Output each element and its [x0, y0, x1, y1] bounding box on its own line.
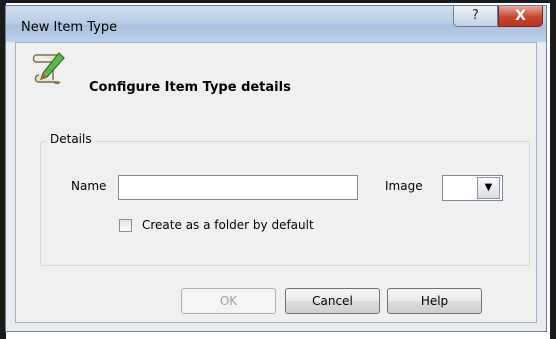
- name-input[interactable]: [118, 175, 358, 200]
- details-group: [40, 141, 530, 266]
- background-edge-top: [0, 0, 556, 3]
- details-legend: Details: [47, 132, 95, 146]
- ok-button[interactable]: OK: [181, 288, 276, 314]
- background-edge-right: [550, 0, 556, 339]
- create-as-folder-label[interactable]: Create as a folder by default: [142, 218, 314, 232]
- help-titlebar-button[interactable]: ?: [453, 6, 498, 27]
- image-label: Image: [385, 179, 423, 193]
- title-bar: New Item Type ? X: [6, 6, 546, 42]
- name-label: Name: [71, 179, 107, 193]
- configure-heading: Configure Item Type details: [89, 80, 291, 95]
- image-dropdown[interactable]: ▼: [442, 175, 503, 201]
- dropdown-arrow-icon[interactable]: ▼: [477, 177, 500, 199]
- close-button[interactable]: X: [498, 6, 543, 27]
- cancel-button[interactable]: Cancel: [285, 288, 380, 314]
- help-button[interactable]: Help: [387, 288, 482, 314]
- scroll-pencil-icon: [32, 52, 65, 85]
- window-title: New Item Type: [21, 20, 118, 35]
- create-as-folder-checkbox[interactable]: [119, 219, 132, 232]
